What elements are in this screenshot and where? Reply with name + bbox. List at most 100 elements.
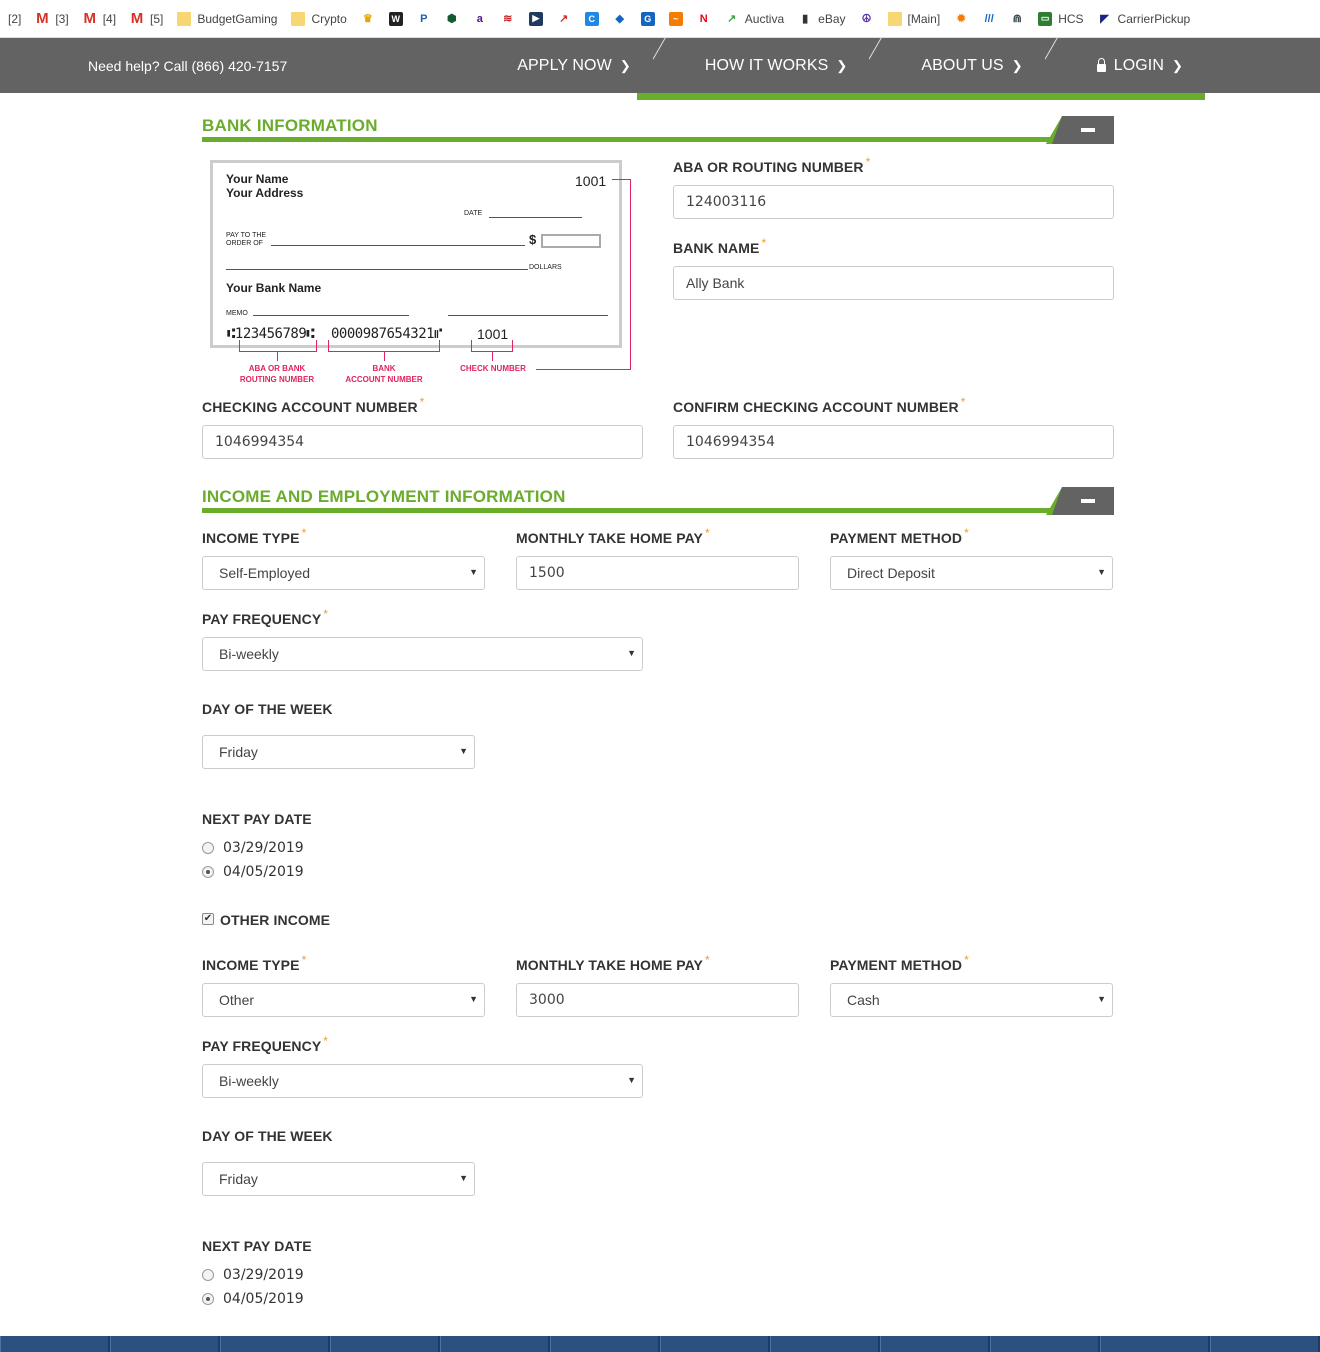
nav-apply-now[interactable]: APPLY NOW ❯: [495, 38, 653, 93]
bookmark-hcs[interactable]: ▭ HCS: [1034, 10, 1087, 28]
bookmark-netflix[interactable]: N: [693, 10, 715, 28]
bookmark-gmail-3[interactable]: M [3]: [31, 10, 72, 28]
next-pay-date-option[interactable]: 04/05/2019: [202, 864, 304, 880]
bank-name-input[interactable]: Ally Bank: [673, 266, 1114, 300]
monthly-pay-label-2: MONTHLY TAKE HOME PAY *: [516, 953, 710, 973]
payment-method-select-2[interactable]: Cash ▼: [830, 983, 1113, 1017]
bookmark-crown[interactable]: ♛: [357, 10, 379, 28]
required-icon: *: [323, 607, 329, 621]
taskbar-item[interactable]: [110, 1336, 218, 1352]
radio-button[interactable]: [202, 842, 214, 854]
income-type-select[interactable]: Self-Employed ▼: [202, 556, 485, 590]
taskbar-item[interactable]: [440, 1336, 548, 1352]
bookmark-gmail-4[interactable]: M [4]: [79, 10, 120, 28]
taskbar-item[interactable]: [220, 1336, 328, 1352]
bookmark-paypal[interactable]: P: [413, 10, 435, 28]
bookmark-crypto[interactable]: Crypto: [287, 10, 350, 28]
payment-method-select[interactable]: Direct Deposit ▼: [830, 556, 1113, 590]
collapse-button[interactable]: [1052, 116, 1114, 144]
bookmark-a[interactable]: a: [469, 10, 491, 28]
bookmark-diamond[interactable]: ◆: [609, 10, 631, 28]
slashes-icon: ///: [984, 12, 994, 25]
bookmark-sun[interactable]: ✹: [950, 10, 972, 28]
pay-frequency-select[interactable]: Bi-weekly ▼: [202, 637, 643, 671]
next-pay-date-option[interactable]: 03/29/2019: [202, 840, 304, 856]
callout-line: [439, 340, 440, 352]
nav-divider: [869, 38, 899, 100]
taskbar-item[interactable]: [880, 1336, 988, 1352]
bookmark-hex[interactable]: ⬢: [441, 10, 463, 28]
pay-frequency-select-2[interactable]: Bi-weekly ▼: [202, 1064, 643, 1098]
bookmark-arch[interactable]: ⋒: [1006, 10, 1028, 28]
payment-method-label-2: PAYMENT METHOD *: [830, 953, 969, 973]
bookmark-play[interactable]: ▶: [525, 10, 547, 28]
bookmark-main[interactable]: [Main]: [884, 10, 945, 28]
bookmark-bofa[interactable]: ≋: [497, 10, 519, 28]
section-divider: [202, 137, 1072, 142]
nav-how-it-works[interactable]: HOW IT WORKS ❯: [683, 38, 870, 93]
check-dollar-sign: $: [529, 232, 537, 247]
day-of-week-select[interactable]: Friday ▼: [202, 735, 475, 769]
taskbar-item[interactable]: [660, 1336, 768, 1352]
income-type-select-2[interactable]: Other ▼: [202, 983, 485, 1017]
next-pay-date-option-2[interactable]: 04/05/2019: [202, 1291, 304, 1307]
bookmark-g[interactable]: G: [637, 10, 659, 28]
routing-number-input[interactable]: 124003116: [673, 185, 1114, 219]
lock-icon: [1096, 57, 1106, 72]
nav-login[interactable]: LOGIN ❯: [1075, 38, 1205, 93]
gmail-icon: M: [130, 10, 144, 27]
wave-icon: ~: [668, 11, 683, 26]
other-income-checkbox[interactable]: ✔: [202, 913, 214, 925]
next-pay-date-option-2[interactable]: 03/29/2019: [202, 1267, 304, 1283]
peace-icon: ☮: [861, 13, 872, 25]
caret-down-icon: ▼: [469, 567, 478, 577]
checking-account-input[interactable]: 1046994354: [202, 425, 643, 459]
check-number-top: 1001: [575, 173, 607, 189]
radio-button-selected[interactable]: [202, 866, 214, 878]
bookmark-carrierpickup[interactable]: ◤ CarrierPickup: [1094, 10, 1195, 28]
bookmark-w[interactable]: W: [385, 10, 407, 28]
confirm-account-input[interactable]: 1046994354: [673, 425, 1114, 459]
other-income-label[interactable]: OTHER INCOME: [220, 912, 330, 928]
bookmark-slashes[interactable]: ///: [978, 10, 1000, 28]
taskbar-item[interactable]: [1100, 1336, 1208, 1352]
bank-name-label: BANK NAME *: [673, 236, 767, 256]
required-icon: *: [301, 526, 307, 540]
required-icon: *: [964, 953, 969, 967]
bookmark-swoosh[interactable]: ↗: [553, 10, 575, 28]
check-name: Your Name: [226, 172, 289, 186]
radio-button-selected[interactable]: [202, 1293, 214, 1305]
day-of-week-select-2[interactable]: Friday ▼: [202, 1162, 475, 1196]
required-icon: *: [301, 953, 307, 967]
taskbar-item[interactable]: [550, 1336, 658, 1352]
monthly-pay-input-2[interactable]: 3000: [516, 983, 799, 1017]
callout-line: [492, 351, 493, 361]
nav-about-us[interactable]: ABOUT US ❯: [899, 38, 1044, 93]
monthly-pay-input[interactable]: 1500: [516, 556, 799, 590]
chevron-right-icon: ❯: [836, 57, 848, 73]
required-icon: *: [704, 953, 710, 967]
bookmark-auctiva[interactable]: ↗ Auctiva: [721, 10, 788, 28]
bookmark-peace[interactable]: ☮: [856, 10, 878, 28]
bookmarks-bar: [2] M [3] M [4] M [5] BudgetGaming Crypto ♛…: [0, 0, 1320, 38]
taskbar-item[interactable]: [770, 1336, 878, 1352]
bookmark-2[interactable]: [2]: [4, 10, 25, 28]
minus-icon: [1081, 128, 1095, 132]
radio-button[interactable]: [202, 1269, 214, 1281]
collapse-button[interactable]: [1052, 487, 1114, 515]
bookmark-gmail-5[interactable]: M [5]: [126, 10, 167, 28]
caret-down-icon: ▼: [627, 648, 636, 658]
bookmark-budgetgaming[interactable]: BudgetGaming: [173, 10, 281, 28]
next-pay-date-label-2: NEXT PAY DATE: [202, 1238, 312, 1254]
bookmark-ebay[interactable]: ▮ eBay: [794, 10, 849, 28]
taskbar-item[interactable]: [1210, 1336, 1318, 1352]
taskbar-item[interactable]: [990, 1336, 1098, 1352]
payment-method-label: PAYMENT METHOD *: [830, 526, 969, 546]
taskbar-item[interactable]: [0, 1336, 108, 1352]
taskbar-item[interactable]: [330, 1336, 438, 1352]
bookmark-c[interactable]: C: [581, 10, 603, 28]
check-bank-name: Your Bank Name: [226, 281, 322, 295]
w-site-icon: W: [388, 11, 403, 26]
site-header: Need help? Call (866) 420-7157 APPLY NOW…: [0, 38, 1320, 93]
bookmark-wave[interactable]: ~: [665, 10, 687, 28]
